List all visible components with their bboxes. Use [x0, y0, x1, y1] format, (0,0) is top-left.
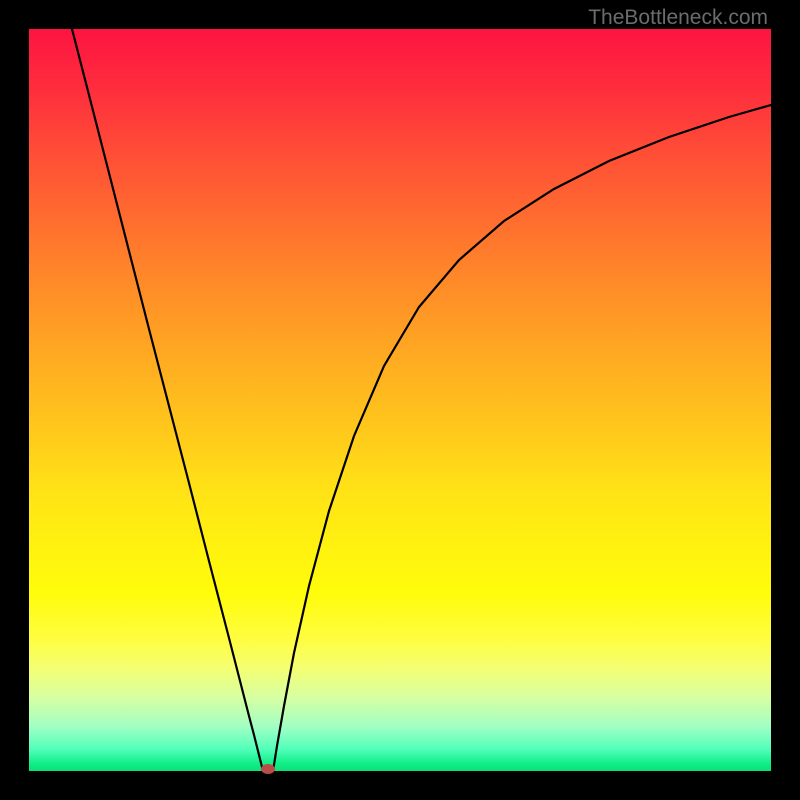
watermark-text: TheBottleneck.com	[588, 6, 768, 30]
plot-area	[29, 29, 771, 771]
curve-right-branch	[273, 105, 771, 771]
curve-left-branch	[72, 29, 263, 771]
chart-container: TheBottleneck.com	[0, 0, 800, 800]
minimum-marker	[261, 764, 275, 774]
curve-svg	[29, 29, 771, 771]
